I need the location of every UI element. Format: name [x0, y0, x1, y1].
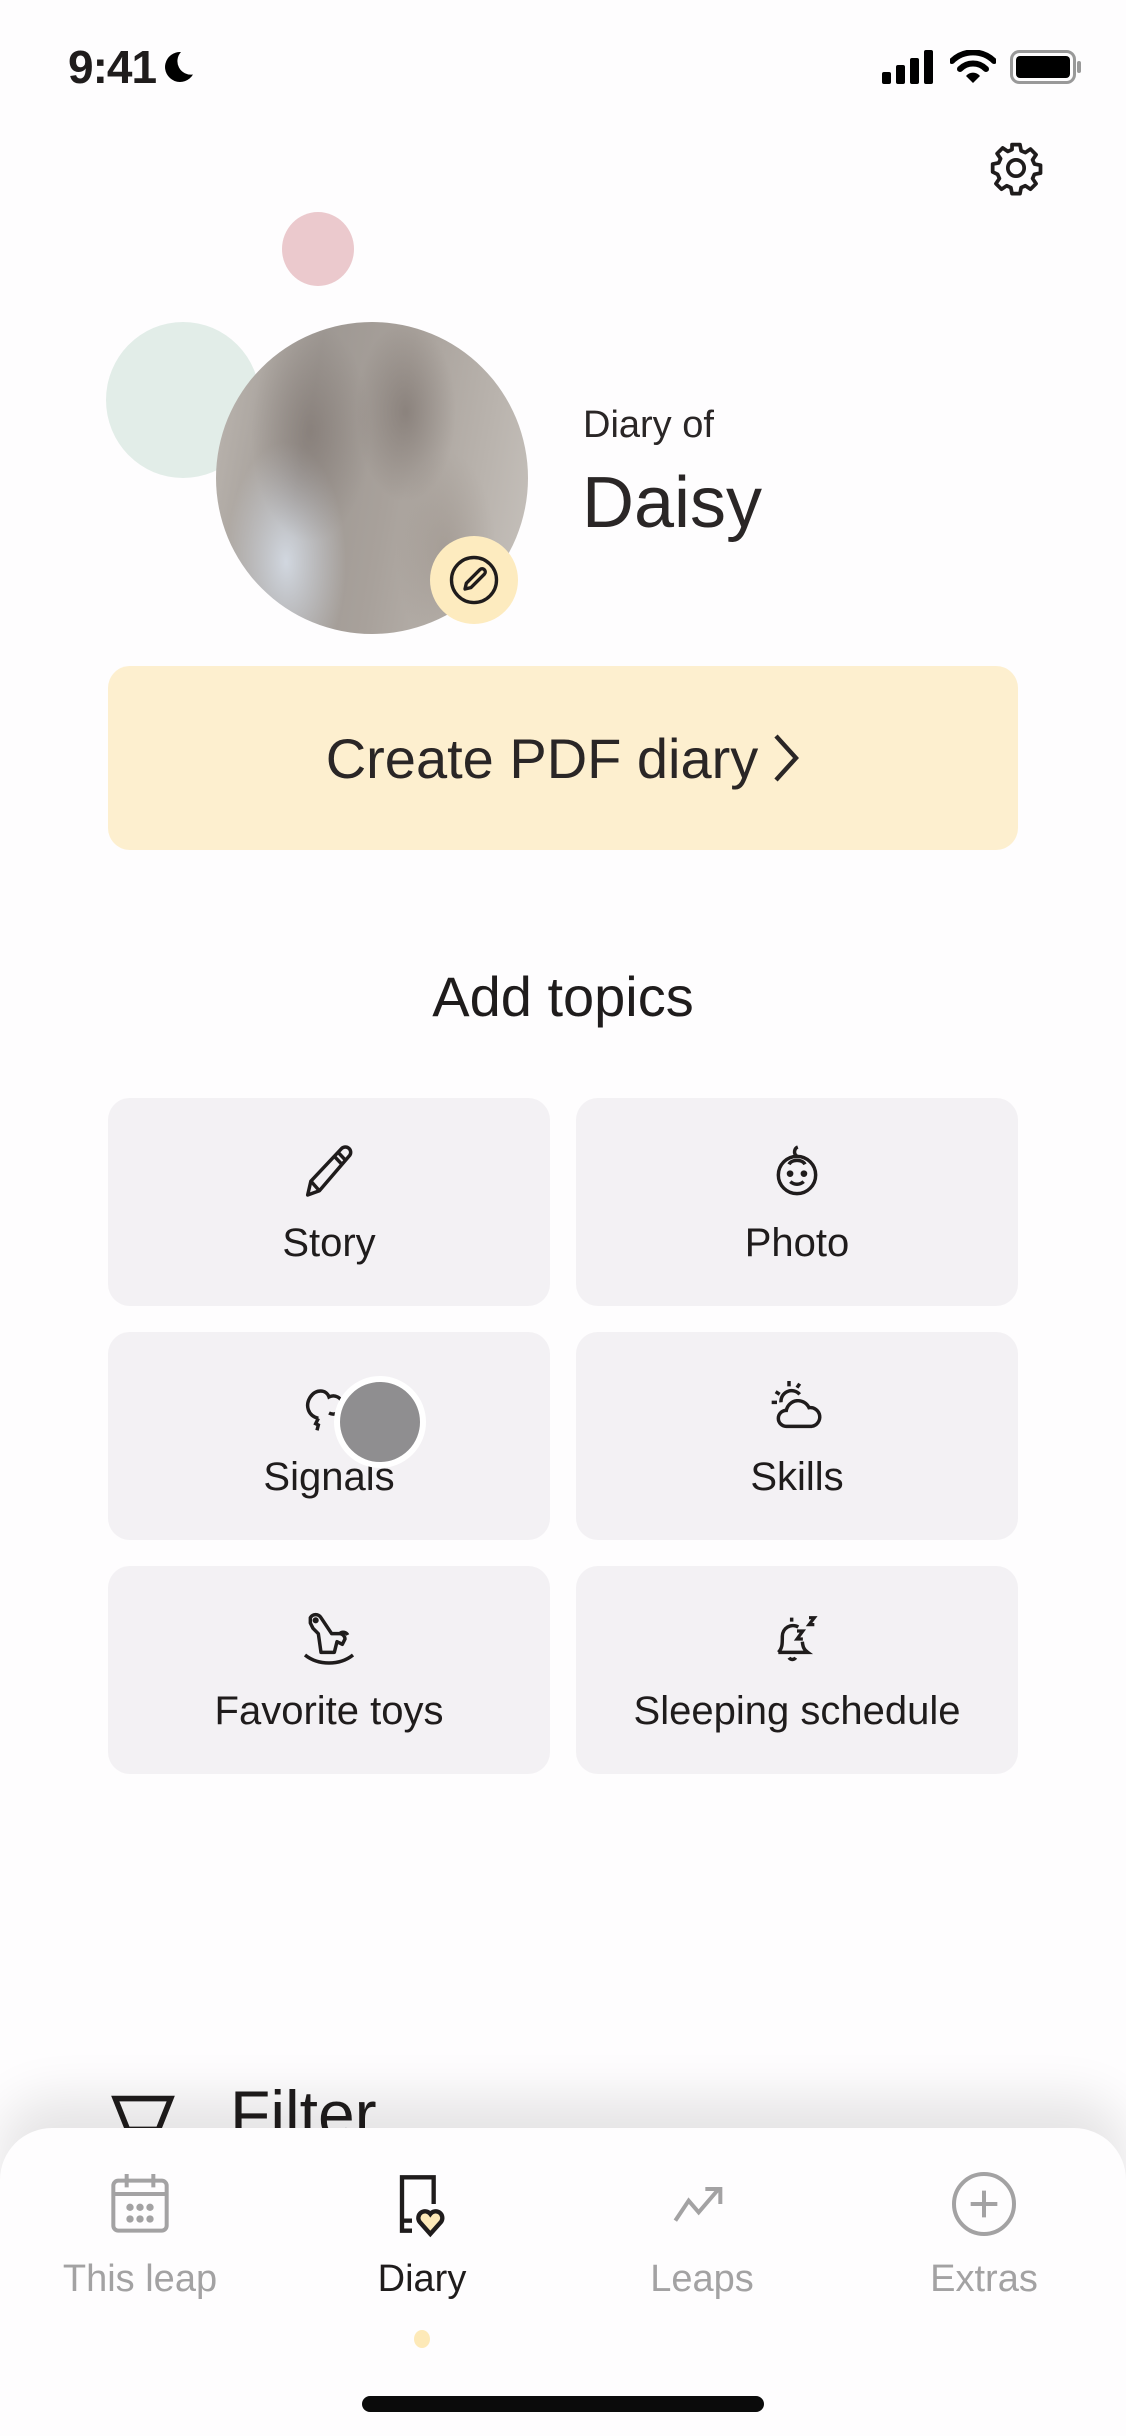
topic-photo[interactable]: Photo — [576, 1098, 1018, 1306]
edit-avatar-button[interactable] — [430, 536, 518, 624]
active-tab-indicator — [414, 2330, 430, 2348]
status-indicators — [882, 50, 1082, 84]
chevron-right-icon — [774, 734, 800, 782]
tab-diary[interactable]: Diary — [302, 2164, 542, 2301]
moon-icon — [165, 51, 194, 82]
topic-story[interactable]: Story — [108, 1098, 550, 1306]
wifi-icon — [950, 50, 996, 83]
gear-icon — [990, 142, 1043, 196]
cellular-signal-icon — [882, 50, 933, 84]
topic-label: Sleeping schedule — [633, 1688, 961, 1733]
decorative-bubble-pink — [282, 212, 354, 286]
tab-this-leap[interactable]: This leap — [20, 2164, 260, 2301]
touch-indicator — [334, 1376, 426, 1468]
tab-extras[interactable]: Extras — [864, 2164, 1104, 2301]
home-indicator[interactable] — [362, 2396, 764, 2412]
tab-label: Diary — [377, 2258, 467, 2300]
settings-button[interactable] — [988, 140, 1044, 196]
rocking-horse-icon — [303, 1612, 355, 1665]
create-pdf-diary-button[interactable]: Create PDF diary — [108, 666, 1018, 850]
topic-label: Skills — [750, 1454, 844, 1499]
child-name: Daisy — [582, 463, 763, 543]
diary-heart-icon — [399, 2175, 445, 2238]
pencil-circle-icon — [449, 555, 499, 605]
pencil-icon — [305, 1144, 353, 1197]
baby-face-icon — [776, 1144, 818, 1195]
topic-signals[interactable]: Signals — [108, 1332, 550, 1540]
tab-label: Extras — [930, 2258, 1038, 2300]
topic-skills[interactable]: Skills — [576, 1332, 1018, 1540]
tab-bar: This leap Diary Leaps Extras — [0, 2128, 1126, 2436]
tab-label: Leaps — [650, 2258, 754, 2300]
topic-sleeping-schedule[interactable]: Sleeping schedule — [576, 1566, 1018, 1774]
calendar-icon — [111, 2174, 169, 2233]
time-text: 9:41 — [68, 41, 157, 93]
create-pdf-diary-label: Create PDF diary — [325, 726, 759, 790]
diary-of-label: Diary of — [583, 404, 714, 446]
status-time: 9:41 — [68, 40, 196, 94]
topic-favorite-toys[interactable]: Favorite toys — [108, 1566, 550, 1774]
bell-sleep-icon — [777, 1615, 818, 1661]
trend-up-icon — [673, 2187, 723, 2222]
topic-label: Photo — [744, 1220, 850, 1265]
topics-grid: Story Photo Signals Skills Favorite toys — [108, 1098, 1018, 1774]
add-topics-heading: Add topics — [432, 965, 694, 1028]
battery-icon — [1010, 50, 1081, 84]
topic-label: Favorite toys — [214, 1688, 444, 1733]
tab-label: This leap — [62, 2258, 218, 2300]
plus-circle-icon — [952, 2172, 1016, 2236]
tab-leaps[interactable]: Leaps — [582, 2164, 822, 2301]
sun-cloud-icon — [771, 1380, 822, 1428]
topic-label: Story — [282, 1220, 376, 1265]
